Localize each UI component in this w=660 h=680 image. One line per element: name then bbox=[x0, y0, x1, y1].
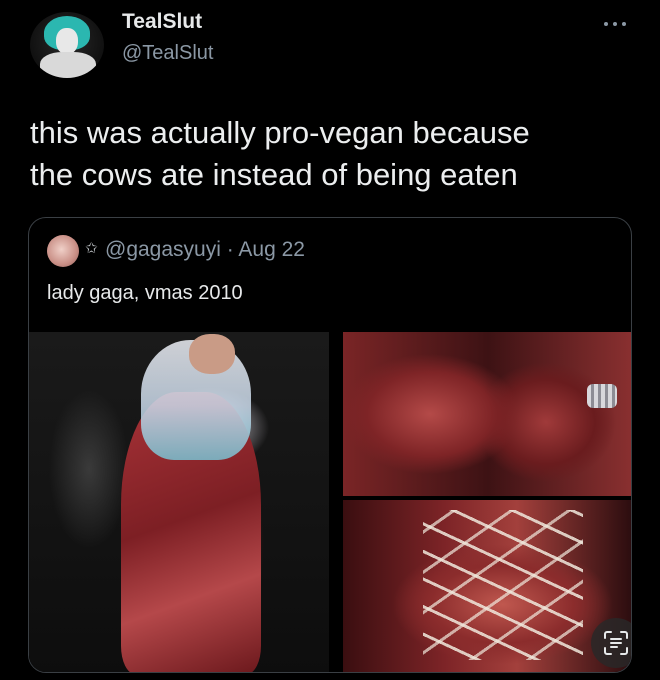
media-photo-1[interactable] bbox=[29, 332, 329, 672]
avatar-body bbox=[40, 52, 96, 78]
more-options-icon[interactable] bbox=[598, 14, 632, 34]
photo-bracelet bbox=[587, 384, 617, 408]
quoted-tweet-card[interactable]: ✩ @gagasyuyi · Aug 22 lady gaga, vmas 20… bbox=[28, 217, 632, 673]
photo-strings bbox=[423, 510, 583, 660]
media-photo-3[interactable] bbox=[343, 500, 631, 672]
photo-subject-face bbox=[189, 334, 235, 374]
tweet-text-line-2: the cows ate instead of being eaten bbox=[30, 157, 518, 192]
media-photo-2[interactable] bbox=[343, 332, 631, 496]
author-handle[interactable]: @TealSlut bbox=[122, 42, 213, 65]
tweet-view: TealSlut @TealSlut this was actually pro… bbox=[0, 0, 660, 680]
tweet-text-line-1: this was actually pro-vegan because bbox=[30, 115, 530, 150]
author-avatar[interactable] bbox=[30, 12, 104, 78]
avatar-face bbox=[56, 28, 78, 54]
author-display-name[interactable]: TealSlut bbox=[122, 10, 202, 34]
quoted-author-avatar[interactable] bbox=[47, 235, 79, 267]
star-icon: ✩ bbox=[85, 240, 98, 257]
quoted-media-grid bbox=[29, 332, 631, 672]
quoted-tweet-text: lady gaga, vmas 2010 bbox=[47, 282, 243, 304]
tweet-text: this was actually pro-vegan because the … bbox=[30, 112, 645, 196]
quoted-handle-date[interactable]: @gagasyuyi · Aug 22 bbox=[105, 238, 305, 262]
